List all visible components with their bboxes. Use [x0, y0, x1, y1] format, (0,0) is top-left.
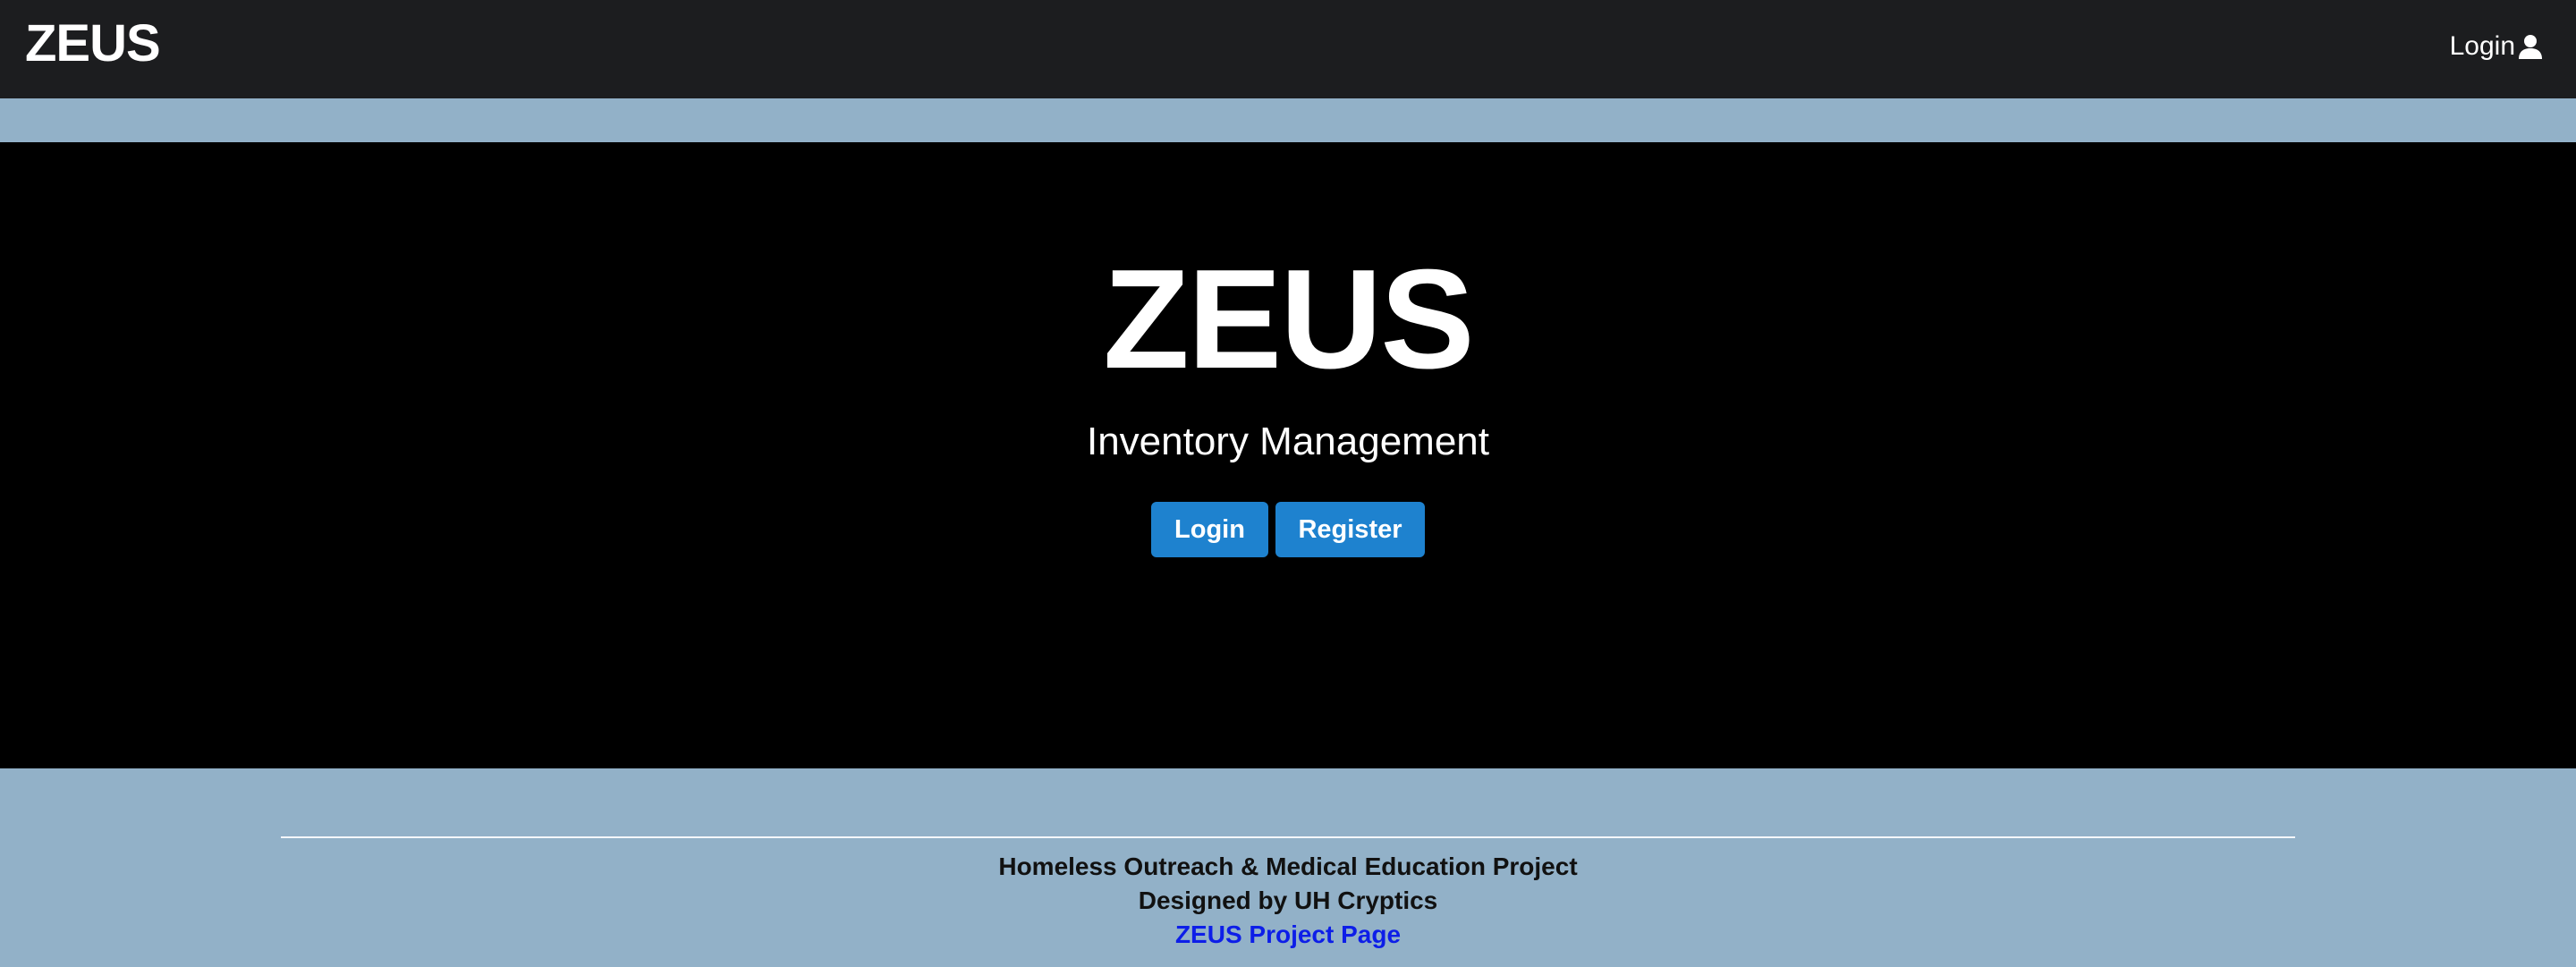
hero-button-group: Login Register: [0, 502, 2576, 557]
footer-project-name: Homeless Outreach & Medical Education Pr…: [998, 852, 1578, 880]
top-navbar: ZEUS Login: [0, 0, 2576, 98]
project-page-link[interactable]: ZEUS Project Page: [0, 918, 2576, 952]
nav-login-label: Login: [2449, 31, 2515, 61]
hero-title: ZEUS: [1103, 241, 1474, 398]
register-button[interactable]: Register: [1275, 502, 1425, 557]
nav-login-link[interactable]: Login: [2450, 27, 2544, 66]
footer-divider: [281, 836, 2295, 838]
footer: Homeless Outreach & Medical Education Pr…: [0, 768, 2576, 967]
login-button[interactable]: Login: [1151, 502, 1268, 557]
footer-credits: Designed by UH Cryptics: [1138, 886, 1438, 914]
hero-subtitle: Inventory Management: [1086, 420, 1490, 463]
hero-section: ZEUS Inventory Management Login Register: [0, 142, 2576, 768]
brand-logo[interactable]: ZEUS: [25, 13, 161, 75]
header-spacer: [0, 98, 2576, 142]
user-icon: [2519, 35, 2542, 59]
